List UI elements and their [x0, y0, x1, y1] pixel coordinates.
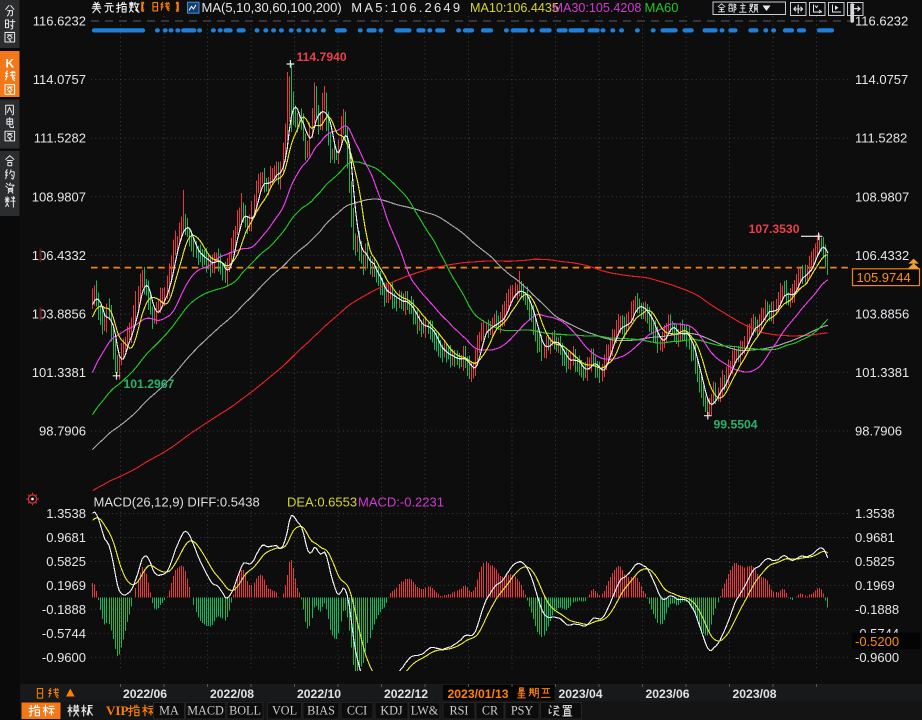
svg-text:101.3381: 101.3381 [32, 365, 86, 380]
svg-text:MACD: MACD [187, 704, 224, 718]
svg-text:DEA:0.6553: DEA:0.6553 [287, 495, 357, 510]
svg-text:K: K [5, 57, 14, 71]
svg-text:-0.9600: -0.9600 [42, 650, 86, 665]
svg-text:0.1969: 0.1969 [46, 578, 86, 593]
svg-text:99.5504: 99.5504 [714, 418, 758, 432]
svg-text:-0.5744: -0.5744 [42, 626, 86, 641]
svg-text:108.9807: 108.9807 [855, 189, 909, 204]
svg-text:0.5825: 0.5825 [855, 554, 895, 569]
svg-text:116.6232: 116.6232 [33, 14, 86, 29]
svg-text:CR: CR [482, 704, 499, 718]
svg-text:2023/01/13: 2023/01/13 [448, 687, 509, 701]
svg-text:107.3530: 107.3530 [749, 222, 800, 236]
svg-text:MA30:105.4208: MA30:105.4208 [553, 1, 642, 15]
svg-text:BIAS: BIAS [307, 704, 335, 718]
svg-text:PSY: PSY [511, 704, 534, 718]
svg-text:VOL: VOL [272, 704, 297, 718]
svg-text:1.3538: 1.3538 [46, 506, 86, 521]
svg-text:MA5:106.2649: MA5:106.2649 [351, 0, 462, 15]
svg-text:111.5282: 111.5282 [34, 131, 86, 146]
svg-text:101.3381: 101.3381 [855, 365, 909, 380]
svg-text:108.9807: 108.9807 [32, 189, 86, 204]
svg-text:98.7906: 98.7906 [39, 424, 86, 439]
svg-text:-0.1888: -0.1888 [855, 602, 899, 617]
svg-text:1.3538: 1.3538 [855, 506, 895, 521]
svg-text:LW&: LW& [411, 704, 439, 718]
svg-text:114.7940: 114.7940 [297, 50, 347, 64]
svg-text:2023/08: 2023/08 [733, 687, 777, 701]
svg-text:0.5825: 0.5825 [46, 554, 86, 569]
svg-text:106.4332: 106.4332 [855, 248, 909, 263]
svg-text:114.0757: 114.0757 [33, 72, 86, 87]
svg-text:114.0757: 114.0757 [855, 72, 908, 87]
svg-text:VIP: VIP [106, 703, 128, 718]
svg-text:2023/06: 2023/06 [646, 687, 690, 701]
svg-text:MA10:106.4435: MA10:106.4435 [470, 1, 559, 15]
svg-text:111.5282: 111.5282 [855, 131, 907, 146]
svg-text:-0.9600: -0.9600 [855, 650, 899, 665]
svg-text:RSI: RSI [450, 704, 469, 718]
svg-text:103.8856: 103.8856 [855, 307, 909, 322]
svg-text:MACD:-0.2231: MACD:-0.2231 [358, 495, 444, 510]
svg-text:105.9744: 105.9744 [857, 270, 911, 285]
svg-text:MACD(26,12,9) DIFF:0.5438: MACD(26,12,9) DIFF:0.5438 [94, 495, 260, 510]
svg-text:CCI: CCI [347, 704, 367, 718]
svg-text:2022/12: 2022/12 [384, 687, 428, 701]
svg-text:2022/08: 2022/08 [210, 687, 254, 701]
svg-text:0.9681: 0.9681 [46, 530, 86, 545]
svg-text:MA: MA [159, 704, 179, 718]
svg-text:98.7906: 98.7906 [855, 424, 902, 439]
svg-text:2022/06: 2022/06 [123, 687, 167, 701]
svg-text:101.2967: 101.2967 [124, 377, 175, 391]
svg-text:MA(5,10,30,60,100,200): MA(5,10,30,60,100,200) [202, 0, 342, 15]
svg-text:BOLL: BOLL [229, 704, 261, 718]
svg-text:-0.5200: -0.5200 [855, 634, 899, 649]
svg-text:2023/04: 2023/04 [559, 687, 603, 701]
svg-text:MA60: MA60 [645, 0, 679, 15]
svg-text:KDJ: KDJ [380, 704, 403, 718]
svg-text:2022/10: 2022/10 [297, 687, 341, 701]
svg-text:-0.1888: -0.1888 [42, 602, 86, 617]
svg-text:0.9681: 0.9681 [855, 530, 895, 545]
svg-text:0.1969: 0.1969 [855, 578, 895, 593]
